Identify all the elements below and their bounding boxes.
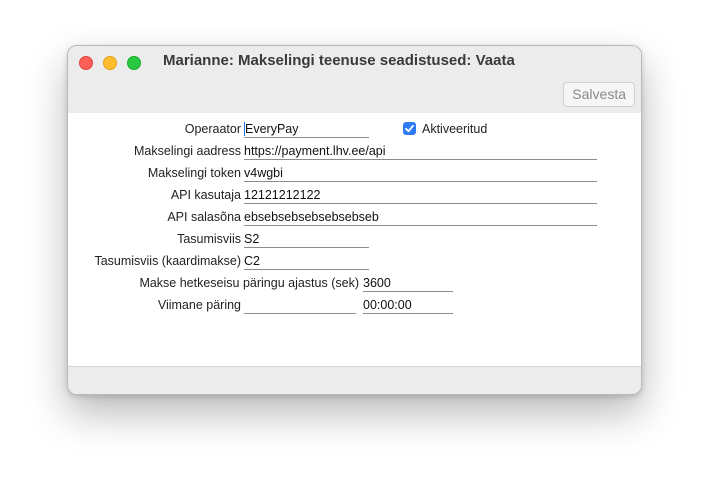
api-salasona-field[interactable]: ebsebsebsebsebsebseb (244, 209, 597, 226)
api-kasutaja-field[interactable]: 12121212122 (244, 187, 597, 204)
ajastus-label: Makse hetkeseisu päringu ajastus (sek) (139, 276, 359, 290)
save-button[interactable]: Salvesta (563, 82, 635, 107)
viimane-paring-time-field[interactable]: 00:00:00 (363, 297, 453, 314)
viimane-paring-date-field[interactable] (244, 297, 356, 314)
window-title: Marianne: Makselingi teenuse seadistused… (163, 52, 515, 69)
operaator-field[interactable]: EveryPay (244, 121, 369, 138)
aktiveeritud-checkbox[interactable] (403, 122, 416, 135)
close-window-button[interactable] (79, 56, 93, 70)
api-kasutaja-label: API kasutaja (170, 188, 241, 202)
window-footer (68, 366, 641, 394)
maximize-window-button[interactable] (127, 56, 141, 70)
tasumisviis-kaart-label: Tasumisviis (kaardimakse) (94, 254, 241, 268)
makselingi-token-field[interactable]: v4wgbi (244, 165, 597, 182)
tasumisviis-label: Tasumisviis (177, 232, 241, 246)
checkmark-icon (405, 124, 414, 133)
operaator-label: Operaator (184, 122, 241, 136)
settings-window: Marianne: Makselingi teenuse seadistused… (67, 45, 642, 395)
minimize-window-button[interactable] (103, 56, 117, 70)
operaator-value: EveryPay (245, 122, 299, 136)
api-salasona-label: API salasõna (167, 210, 241, 224)
title-bar: Marianne: Makselingi teenuse seadistused… (68, 46, 641, 114)
makselingi-aadress-field[interactable]: https://payment.lhv.ee/api (244, 143, 597, 160)
tasumisviis-kaart-field[interactable]: C2 (244, 253, 369, 270)
viimane-paring-label: Viimane päring (157, 298, 241, 312)
makselingi-aadress-label: Makselingi aadress (134, 144, 241, 158)
aktiveeritud-label: Aktiveeritud (422, 122, 488, 136)
settings-form: Operaator EveryPay Aktiveeritud Makselin… (68, 113, 641, 366)
makselingi-token-label: Makselingi token (147, 166, 241, 180)
ajastus-field[interactable]: 3600 (363, 275, 453, 292)
tasumisviis-field[interactable]: S2 (244, 231, 369, 248)
